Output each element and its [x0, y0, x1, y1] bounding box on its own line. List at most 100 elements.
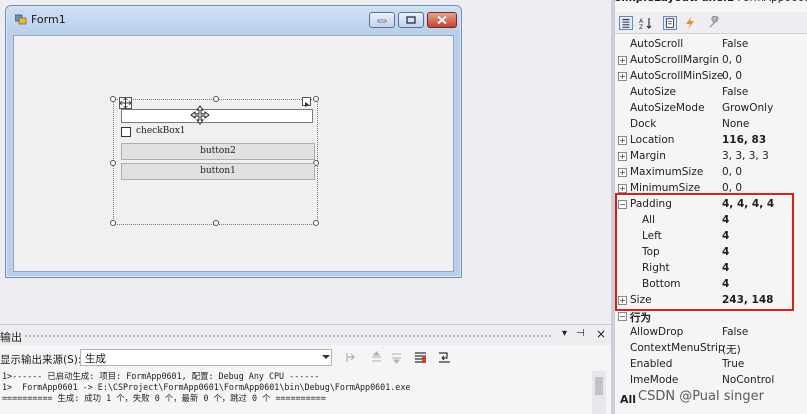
output-header[interactable]: 输出 ▾ ⊣ ×: [0, 325, 611, 345]
property-name: AutoSize: [630, 86, 676, 98]
svg-text:Z: Z: [639, 24, 643, 30]
button2[interactable]: button2: [121, 143, 315, 160]
property-row[interactable]: ImeMode NoControl: [615, 372, 807, 388]
maximize-icon: [406, 16, 416, 24]
properties-icon[interactable]: [663, 16, 677, 30]
output-source-value: 生成: [85, 353, 106, 365]
form-icon: [15, 14, 27, 25]
resize-handle-se[interactable]: [313, 220, 319, 226]
property-row[interactable]: AutoSize False: [615, 84, 807, 100]
expand-icon[interactable]: +: [618, 136, 627, 145]
properties-panel: simpleLayoutPanel1 FormApp0601.S AZ Auto…: [615, 0, 807, 414]
categorized-icon[interactable]: [619, 16, 633, 30]
output-scrollbar[interactable]: [592, 371, 606, 414]
property-value[interactable]: True: [722, 358, 744, 370]
expand-icon[interactable]: +: [618, 56, 627, 65]
output-text[interactable]: 1>------ 已启动生成: 项目: FormApp0601, 配置: Deb…: [0, 371, 592, 414]
output-source-select[interactable]: 生成: [80, 349, 332, 366]
property-name: Dock: [630, 118, 657, 130]
close-icon[interactable]: ×: [596, 327, 606, 341]
property-name: 行为: [630, 312, 651, 324]
property-name: AutoScroll: [630, 38, 684, 50]
checkbox[interactable]: [121, 127, 131, 137]
property-row[interactable]: + MaximumSize 0, 0: [615, 164, 807, 180]
maximize-button[interactable]: [398, 12, 424, 28]
property-value[interactable]: 0, 0: [722, 166, 742, 178]
property-value[interactable]: False: [722, 86, 748, 98]
resize-handle-nw[interactable]: [110, 96, 116, 102]
output-title: 输出: [0, 331, 22, 344]
form-client-area[interactable]: checkBox1 button2 button1: [13, 35, 454, 272]
output-panel: 输出 ▾ ⊣ × 显示输出来源(S): 生成 1>------ 已启动生成: 项…: [0, 324, 611, 414]
property-row[interactable]: + Location 116, 83: [615, 132, 807, 148]
property-value[interactable]: 0, 0: [722, 54, 742, 66]
chevron-down-icon[interactable]: [322, 355, 330, 359]
expand-icon[interactable]: +: [618, 184, 627, 193]
property-row[interactable]: Enabled True: [615, 356, 807, 372]
property-row[interactable]: + Margin 3, 3, 3, 3: [615, 148, 807, 164]
property-name: Margin: [630, 150, 666, 162]
clear-all-icon[interactable]: [414, 351, 427, 364]
textbox[interactable]: [121, 109, 313, 123]
property-value[interactable]: False: [722, 326, 748, 338]
property-name: AutoSizeMode: [630, 102, 705, 114]
resize-handle-n[interactable]: [213, 96, 219, 102]
form-window[interactable]: Form1 checkBox1 button2 button1: [5, 5, 462, 278]
alphabetical-icon[interactable]: AZ: [639, 16, 653, 30]
object-name: simpleLayoutPanel1: [615, 0, 734, 4]
expand-icon[interactable]: +: [618, 72, 627, 81]
property-name: AllowDrop: [630, 326, 684, 338]
simple-layout-panel[interactable]: checkBox1 button2 button1: [110, 96, 319, 226]
expand-icon[interactable]: +: [618, 152, 627, 161]
object-selector[interactable]: simpleLayoutPanel1 FormApp0601.S: [615, 0, 807, 8]
property-row[interactable]: ContextMenuStrip (无): [615, 340, 807, 356]
toggle-word-wrap-icon[interactable]: [438, 351, 451, 364]
resize-handle-sw[interactable]: [110, 220, 116, 226]
window-position-icon[interactable]: ▾: [562, 328, 567, 339]
property-name: MaximumSize: [630, 166, 704, 178]
pin-icon[interactable]: ⊣: [576, 328, 585, 339]
object-type: FormApp0601.S: [737, 0, 807, 4]
collapse-icon[interactable]: −: [618, 312, 627, 321]
go-to-message-icon[interactable]: [345, 351, 358, 364]
property-value[interactable]: GrowOnly: [722, 102, 773, 114]
property-row[interactable]: Dock None: [615, 116, 807, 132]
padding-highlight-box: [615, 193, 794, 311]
property-value[interactable]: None: [722, 118, 749, 130]
property-row[interactable]: AutoScroll False: [615, 36, 807, 52]
property-name: AutoScrollMinSize: [630, 70, 724, 82]
resize-handle-ne[interactable]: [313, 96, 319, 102]
previous-message-icon[interactable]: [370, 351, 383, 364]
smart-tag-icon[interactable]: [302, 97, 311, 107]
expand-icon[interactable]: +: [618, 168, 627, 177]
form-title-bar[interactable]: Form1: [6, 6, 461, 34]
property-row[interactable]: AllowDrop False: [615, 324, 807, 340]
property-value[interactable]: 116, 83: [722, 134, 766, 146]
move-cursor-icon: [190, 105, 210, 125]
property-value[interactable]: 0, 0: [722, 70, 742, 82]
output-scroll-thumb[interactable]: [595, 377, 603, 395]
next-message-icon[interactable]: [390, 351, 403, 364]
button1[interactable]: button1: [121, 163, 315, 180]
move-handle-icon[interactable]: [119, 97, 132, 109]
minimize-button[interactable]: [369, 12, 395, 28]
property-name: ContextMenuStrip: [630, 342, 725, 354]
property-pages-icon[interactable]: [707, 16, 721, 30]
property-value[interactable]: 3, 3, 3, 3: [722, 150, 769, 162]
resize-handle-s[interactable]: [213, 220, 219, 226]
property-row[interactable]: + AutoScrollMinSize 0, 0: [615, 68, 807, 84]
property-value[interactable]: NoControl: [722, 374, 774, 386]
property-name: AutoScrollMargin: [630, 54, 720, 66]
close-button[interactable]: [427, 12, 457, 28]
events-icon[interactable]: [683, 16, 697, 30]
output-header-grip[interactable]: [24, 334, 552, 338]
property-row[interactable]: AutoSizeMode GrowOnly: [615, 100, 807, 116]
resize-handle-w[interactable]: [110, 160, 116, 166]
close-icon: [437, 15, 447, 25]
output-toolbar: 显示输出来源(S): 生成: [0, 347, 611, 369]
property-value[interactable]: (无): [722, 342, 741, 357]
properties-toolbar: AZ: [615, 12, 807, 34]
property-row[interactable]: + AutoScrollMargin 0, 0: [615, 52, 807, 68]
form-title: Form1: [31, 13, 66, 26]
property-value[interactable]: False: [722, 38, 748, 50]
